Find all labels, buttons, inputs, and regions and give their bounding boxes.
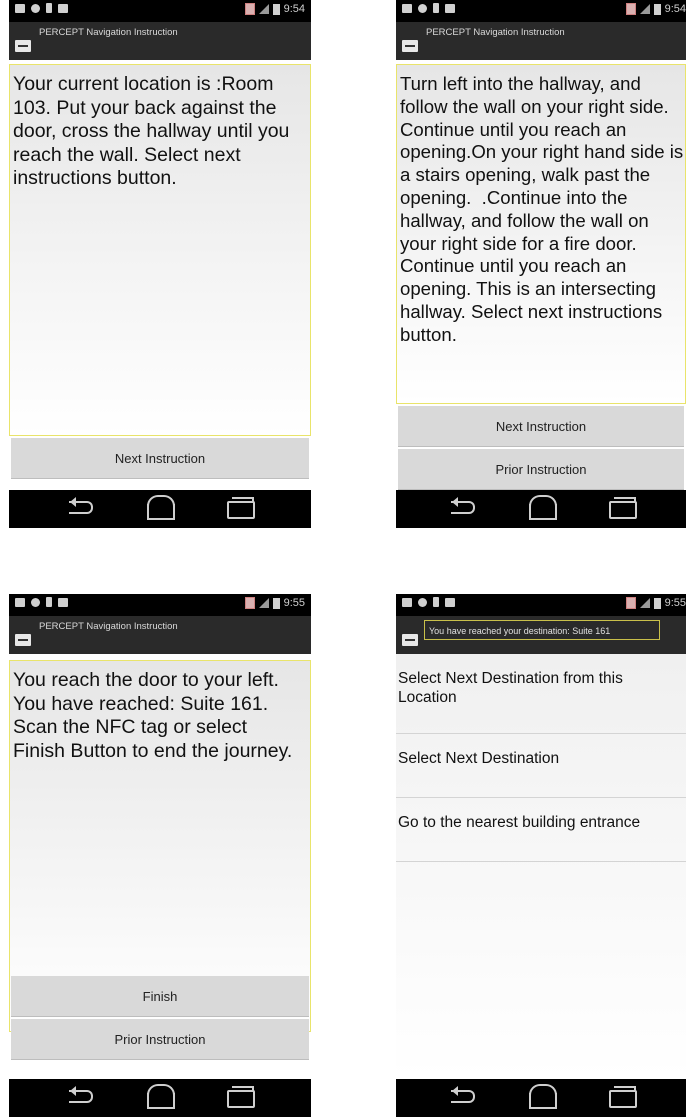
status-time: 9:54 xyxy=(283,3,305,15)
screenshot-icon xyxy=(402,3,412,13)
nav-bar xyxy=(396,1079,686,1117)
next-destination-from-location-item[interactable]: Select Next Destination from this Locati… xyxy=(396,654,686,734)
app-title: PERCEPT Navigation Instruction xyxy=(39,27,178,38)
screenshot-icon xyxy=(15,3,25,13)
nearest-entrance-item[interactable]: Go to the nearest building entrance xyxy=(396,798,686,862)
signal-icon xyxy=(639,598,650,608)
back-icon[interactable] xyxy=(451,497,475,514)
status-bar: 9:54 xyxy=(396,0,686,22)
screenshot-icon xyxy=(402,597,412,607)
nfc-icon xyxy=(46,3,52,13)
phone-screen-2: 9:54 PERCEPT Navigation Instruction Turn… xyxy=(396,0,686,530)
status-time: 9:55 xyxy=(283,597,305,609)
instruction-text: Your current location is :Room 103. Put … xyxy=(9,64,311,436)
status-time: 9:54 xyxy=(664,3,686,15)
home-icon[interactable] xyxy=(529,1084,557,1109)
screenshot-icon xyxy=(15,597,25,607)
recent-apps-icon[interactable] xyxy=(609,497,637,519)
app-title: PERCEPT Navigation Instruction xyxy=(39,621,178,632)
recent-apps-icon[interactable] xyxy=(227,1086,255,1108)
next-instruction-button[interactable]: Next Instruction xyxy=(11,438,309,479)
recent-apps-icon[interactable] xyxy=(227,497,255,519)
next-instruction-button[interactable]: Next Instruction xyxy=(398,406,684,447)
nfc-icon xyxy=(433,597,439,607)
app-icon xyxy=(15,40,31,52)
battery-icon xyxy=(653,597,661,609)
storage-icon xyxy=(445,597,455,607)
battery-icon xyxy=(272,597,280,609)
alert-icon xyxy=(625,597,636,609)
next-destination-item[interactable]: Select Next Destination xyxy=(396,734,686,798)
nfc-icon xyxy=(46,597,52,607)
instruction-text: Turn left into the hallway, and follow t… xyxy=(396,64,686,404)
nav-bar xyxy=(9,490,311,528)
notification-icon xyxy=(418,3,427,13)
phone-screen-4: 9:55 You have reached your destination: … xyxy=(396,594,686,1117)
signal-icon xyxy=(258,4,269,14)
prior-instruction-button[interactable]: Prior Instruction xyxy=(398,449,684,490)
notification-icon xyxy=(31,597,40,607)
battery-icon xyxy=(653,3,661,15)
home-icon[interactable] xyxy=(147,1084,175,1109)
action-bar: PERCEPT Navigation Instruction xyxy=(9,22,311,60)
phone-screen-1: 9:54 PERCEPT Navigation Instruction Your… xyxy=(9,0,311,530)
alert-icon xyxy=(244,3,255,15)
action-bar: PERCEPT Navigation Instruction xyxy=(9,616,311,654)
phone-screen-3: 9:55 PERCEPT Navigation Instruction You … xyxy=(9,594,311,1117)
finish-button[interactable]: Finish xyxy=(11,976,309,1017)
action-bar: You have reached your destination: Suite… xyxy=(396,616,686,654)
status-time: 9:55 xyxy=(664,597,686,609)
destination-options-list: Select Next Destination from this Locati… xyxy=(396,654,686,1079)
app-icon xyxy=(402,40,418,52)
action-bar: PERCEPT Navigation Instruction xyxy=(396,22,686,60)
recent-apps-icon[interactable] xyxy=(609,1086,637,1108)
home-icon[interactable] xyxy=(147,495,175,520)
signal-icon xyxy=(258,598,269,608)
home-icon[interactable] xyxy=(529,495,557,520)
status-bar: 9:54 xyxy=(9,0,311,22)
signal-icon xyxy=(639,4,650,14)
nav-bar xyxy=(9,1079,311,1117)
alert-icon xyxy=(625,3,636,15)
status-bar: 9:55 xyxy=(396,594,686,616)
storage-icon xyxy=(445,3,455,13)
back-icon[interactable] xyxy=(69,497,93,514)
destination-reached-title: You have reached your destination: Suite… xyxy=(424,620,660,640)
nav-bar xyxy=(396,490,686,528)
notification-icon xyxy=(31,3,40,13)
app-icon xyxy=(402,634,418,646)
status-bar: 9:55 xyxy=(9,594,311,616)
battery-icon xyxy=(272,3,280,15)
app-title: PERCEPT Navigation Instruction xyxy=(426,27,565,38)
notification-icon xyxy=(418,597,427,607)
nfc-icon xyxy=(433,3,439,13)
back-icon[interactable] xyxy=(451,1086,475,1103)
storage-icon xyxy=(58,3,68,13)
alert-icon xyxy=(244,597,255,609)
app-icon xyxy=(15,634,31,646)
prior-instruction-button[interactable]: Prior Instruction xyxy=(11,1019,309,1060)
back-icon[interactable] xyxy=(69,1086,93,1103)
storage-icon xyxy=(58,597,68,607)
